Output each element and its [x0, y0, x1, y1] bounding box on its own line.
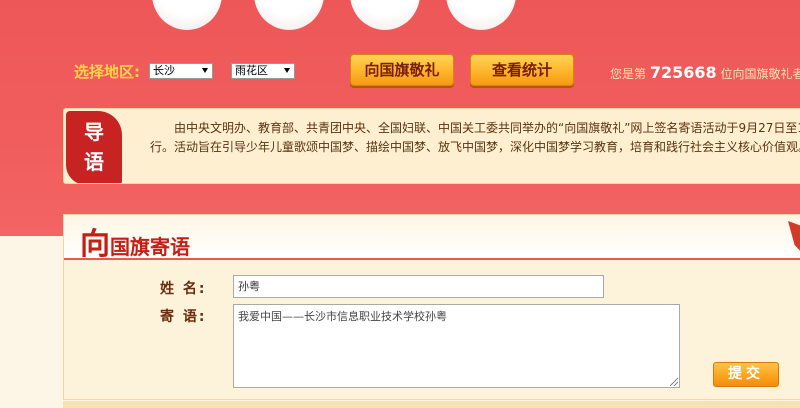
cloud-decoration: [446, 0, 516, 30]
intro-badge-char: 语: [84, 150, 104, 174]
message-label: 寄 语:: [160, 309, 207, 325]
panel-title: 向国旗寄语: [80, 219, 190, 263]
counter-suffix: 位向国旗敬礼者: [720, 67, 800, 81]
city-select-value: 长沙: [153, 64, 175, 77]
flag-corner-decoration: [788, 221, 800, 261]
name-input[interactable]: 孙粤: [233, 275, 604, 298]
district-select-value: 雨花区: [235, 64, 268, 77]
dropdown-arrow-icon: [284, 68, 290, 73]
region-label: 选择地区:: [74, 63, 140, 81]
bottom-divider: [63, 401, 800, 408]
name-label: 姓 名:: [160, 281, 207, 297]
salute-counter: 您是第 725668 位向国旗敬礼者: [610, 63, 800, 82]
top-toolbar: 选择地区: 长沙 雨花区 向国旗敬礼 查看统计 您是第 725668 位向国旗敬…: [0, 52, 800, 92]
panel-title-big-char: 向: [80, 227, 110, 262]
message-value: 我爱中国——长沙市信息职业技术学校孙粤: [238, 310, 447, 323]
intro-badge-char: 导: [84, 120, 104, 144]
district-select[interactable]: 雨花区: [231, 63, 295, 79]
counter-prefix: 您是第: [610, 67, 647, 81]
counter-number: 725668: [649, 63, 717, 82]
dropdown-arrow-icon: [202, 68, 208, 73]
resize-grip-icon[interactable]: [670, 378, 678, 386]
panel-title-rest: 国旗寄语: [110, 235, 190, 259]
cloud-decoration: [254, 0, 324, 30]
salute-flag-button[interactable]: 向国旗敬礼: [350, 54, 454, 86]
intro-paragraph: 由中央文明办、教育部、共青团中央、全国妇联、中国关工委共同举办的“向国旗敬礼”网…: [150, 121, 800, 154]
intro-text: 由中央文明办、教育部、共青团中央、全国妇联、中国关工委共同举办的“向国旗敬礼”网…: [150, 119, 800, 157]
intro-box: 导 语 由中央文明办、教育部、共青团中央、全国妇联、中国关工委共同举办的“向国旗…: [63, 108, 800, 184]
submit-button[interactable]: 提交: [713, 362, 779, 387]
cloud-decoration: [152, 0, 222, 30]
city-select[interactable]: 长沙: [149, 63, 213, 79]
panel-header: 向国旗寄语: [64, 215, 800, 263]
message-textarea[interactable]: 我爱中国——长沙市信息职业技术学校孙粤: [233, 304, 680, 388]
view-stats-button[interactable]: 查看统计: [470, 54, 574, 86]
cloud-decoration: [350, 0, 420, 30]
intro-badge: 导 语: [66, 111, 122, 183]
